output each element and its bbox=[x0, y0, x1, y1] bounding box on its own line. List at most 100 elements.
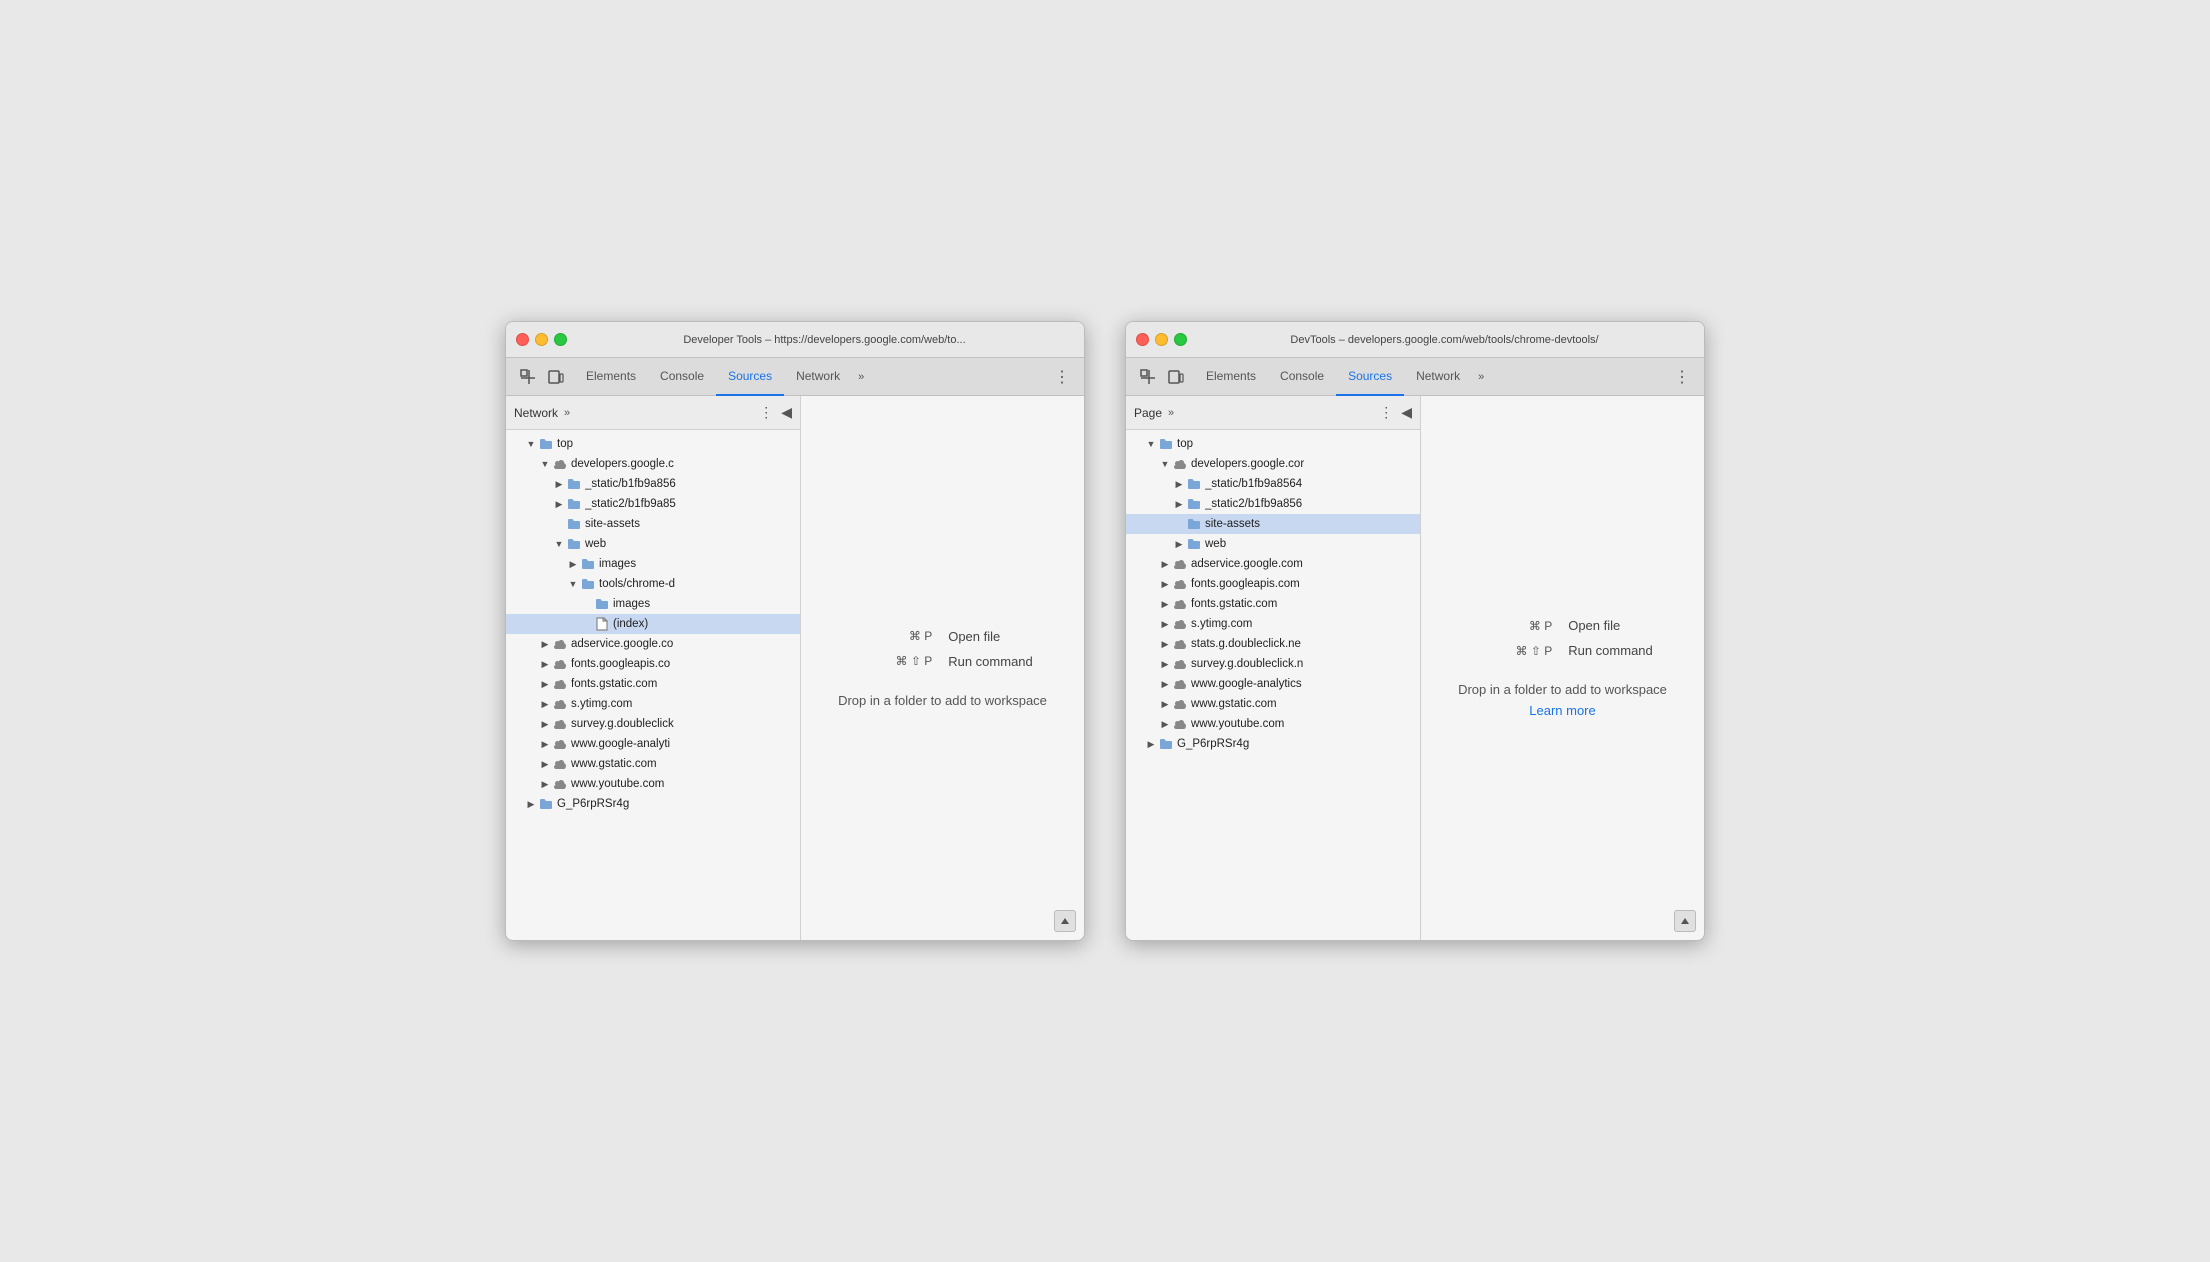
tab-network[interactable]: Network bbox=[784, 358, 852, 396]
cloud-icon bbox=[1172, 577, 1188, 591]
sidebar-collapse-icon[interactable]: ◀ bbox=[781, 404, 792, 421]
tree-item[interactable]: ▶_static/b1fb9a8564 bbox=[1126, 474, 1420, 494]
tree-arrow-icon bbox=[1172, 517, 1186, 531]
tab-console[interactable]: Console bbox=[648, 358, 716, 396]
tree-item[interactable]: ▶fonts.gstatic.com bbox=[1126, 594, 1420, 614]
tree-arrow-icon: ▶ bbox=[1144, 737, 1158, 751]
tabs-more-button[interactable]: » bbox=[852, 358, 870, 395]
sidebar-collapse-icon[interactable]: ◀ bbox=[1401, 404, 1412, 421]
tree-item[interactable]: ▶www.youtube.com bbox=[1126, 714, 1420, 734]
tree-item[interactable]: images bbox=[506, 594, 800, 614]
tab-network[interactable]: Network bbox=[1404, 358, 1472, 396]
tree-item[interactable]: site-assets bbox=[506, 514, 800, 534]
sidebar-more[interactable]: » bbox=[564, 407, 570, 419]
shortcut-row: ⌘ ⇧ P Run command bbox=[1472, 643, 1653, 658]
tab-sources[interactable]: Sources bbox=[1336, 358, 1404, 396]
tree-item[interactable]: ▶survey.g.doubleclick bbox=[506, 714, 800, 734]
tree-item[interactable]: ▶www.gstatic.com bbox=[1126, 694, 1420, 714]
minimize-button[interactable] bbox=[1155, 333, 1168, 346]
tree-item[interactable]: ▼developers.google.cor bbox=[1126, 454, 1420, 474]
tree-item-label: stats.g.doubleclick.ne bbox=[1191, 638, 1301, 650]
close-button[interactable] bbox=[516, 333, 529, 346]
tree-item[interactable]: ▼developers.google.c bbox=[506, 454, 800, 474]
scroll-to-top-button[interactable] bbox=[1054, 910, 1076, 932]
learn-more-link[interactable]: Learn more bbox=[1529, 703, 1595, 718]
tree-arrow-icon: ▶ bbox=[1158, 677, 1172, 691]
tab-elements[interactable]: Elements bbox=[574, 358, 648, 396]
tree-arrow-icon: ▼ bbox=[524, 437, 538, 451]
device-icon[interactable] bbox=[544, 365, 568, 389]
shortcut-description: Run command bbox=[948, 654, 1033, 669]
menu-icon[interactable]: ⋮ bbox=[1670, 365, 1694, 389]
tree-item-label: site-assets bbox=[1205, 518, 1260, 530]
tree-item[interactable]: ▼web bbox=[506, 534, 800, 554]
tree-item[interactable]: ▶s.ytimg.com bbox=[506, 694, 800, 714]
window-title: DevTools – developers.google.com/web/too… bbox=[1195, 334, 1694, 346]
tree-arrow-icon: ▶ bbox=[1158, 637, 1172, 651]
inspect-icon[interactable] bbox=[516, 365, 540, 389]
tree-item[interactable]: ▶G_P6rpRSr4g bbox=[506, 794, 800, 814]
tree-item[interactable]: site-assets bbox=[1126, 514, 1420, 534]
tabs-more-button[interactable]: » bbox=[1472, 358, 1490, 395]
maximize-button[interactable] bbox=[554, 333, 567, 346]
sidebar-more[interactable]: » bbox=[1168, 407, 1174, 419]
shortcut-row: ⌘ ⇧ P Run command bbox=[852, 654, 1033, 669]
cloud-icon bbox=[552, 717, 568, 731]
tree-item[interactable]: ▶fonts.googleapis.com bbox=[1126, 574, 1420, 594]
cloud-icon bbox=[552, 637, 568, 651]
tree-item[interactable]: ▶G_P6rpRSr4g bbox=[1126, 734, 1420, 754]
drop-workspace-text: Drop in a folder to add to workspace bbox=[838, 693, 1047, 708]
tree-item-label: developers.google.c bbox=[571, 458, 674, 470]
tree-item[interactable]: ▶_static2/b1fb9a856 bbox=[1126, 494, 1420, 514]
cloud-icon bbox=[552, 657, 568, 671]
tree-item[interactable]: ▶fonts.gstatic.com bbox=[506, 674, 800, 694]
tree-item[interactable]: ▶www.gstatic.com bbox=[506, 754, 800, 774]
scroll-to-top-button[interactable] bbox=[1674, 910, 1696, 932]
tree-arrow-icon bbox=[580, 617, 594, 631]
folder-icon bbox=[1186, 497, 1202, 511]
tree-item[interactable]: ▶adservice.google.com bbox=[1126, 554, 1420, 574]
tree-item[interactable]: ▼top bbox=[506, 434, 800, 454]
close-button[interactable] bbox=[1136, 333, 1149, 346]
shortcut-description: Open file bbox=[948, 629, 1000, 644]
tree-item[interactable]: ▶www.youtube.com bbox=[506, 774, 800, 794]
tree-item[interactable]: ▶s.ytimg.com bbox=[1126, 614, 1420, 634]
inspect-icon[interactable] bbox=[1136, 365, 1160, 389]
sidebar-menu-icon[interactable]: ⋮ bbox=[1379, 404, 1393, 421]
maximize-button[interactable] bbox=[1174, 333, 1187, 346]
tree-item-label: www.google-analytics bbox=[1191, 678, 1302, 690]
menu-icon[interactable]: ⋮ bbox=[1050, 365, 1074, 389]
tree-arrow-icon: ▶ bbox=[538, 697, 552, 711]
cloud-icon bbox=[1172, 617, 1188, 631]
tree-item[interactable]: ▶adservice.google.co bbox=[506, 634, 800, 654]
tree-item[interactable]: ▶fonts.googleapis.co bbox=[506, 654, 800, 674]
file-icon bbox=[594, 617, 610, 631]
tree-item[interactable]: ▶_static/b1fb9a856 bbox=[506, 474, 800, 494]
tree-arrow-icon: ▶ bbox=[538, 657, 552, 671]
cloud-icon bbox=[1172, 557, 1188, 571]
minimize-button[interactable] bbox=[535, 333, 548, 346]
device-icon[interactable] bbox=[1164, 365, 1188, 389]
tab-sources[interactable]: Sources bbox=[716, 358, 784, 396]
tree-item[interactable]: (index) bbox=[506, 614, 800, 634]
traffic-lights bbox=[1136, 333, 1187, 346]
tree-item[interactable]: ▼tools/chrome-d bbox=[506, 574, 800, 594]
tree-item[interactable]: ▶_static2/b1fb9a85 bbox=[506, 494, 800, 514]
tree-item[interactable]: ▶survey.g.doubleclick.n bbox=[1126, 654, 1420, 674]
tree-item[interactable]: ▶web bbox=[1126, 534, 1420, 554]
tree-item-label: top bbox=[1177, 438, 1193, 450]
tab-console[interactable]: Console bbox=[1268, 358, 1336, 396]
cloud-icon bbox=[552, 757, 568, 771]
tree-item[interactable]: ▶ www.google-analytics bbox=[1126, 674, 1420, 694]
sidebar-menu-icon[interactable]: ⋮ bbox=[759, 404, 773, 421]
tree-item[interactable]: ▶www.google-analyti bbox=[506, 734, 800, 754]
tree-item[interactable]: ▶ stats.g.doubleclick.ne bbox=[1126, 634, 1420, 654]
tree-arrow-icon: ▶ bbox=[1158, 577, 1172, 591]
tree-arrow-icon: ▶ bbox=[538, 717, 552, 731]
sidebar: Page » ⋮ ◀ ▼top▼developers.google.cor▶_s… bbox=[1126, 396, 1421, 940]
tree-arrow-icon: ▶ bbox=[1172, 477, 1186, 491]
tree-item[interactable]: ▼top bbox=[1126, 434, 1420, 454]
tree-item[interactable]: ▶images bbox=[506, 554, 800, 574]
tree-item-label: www.gstatic.com bbox=[571, 758, 657, 770]
tab-elements[interactable]: Elements bbox=[1194, 358, 1268, 396]
